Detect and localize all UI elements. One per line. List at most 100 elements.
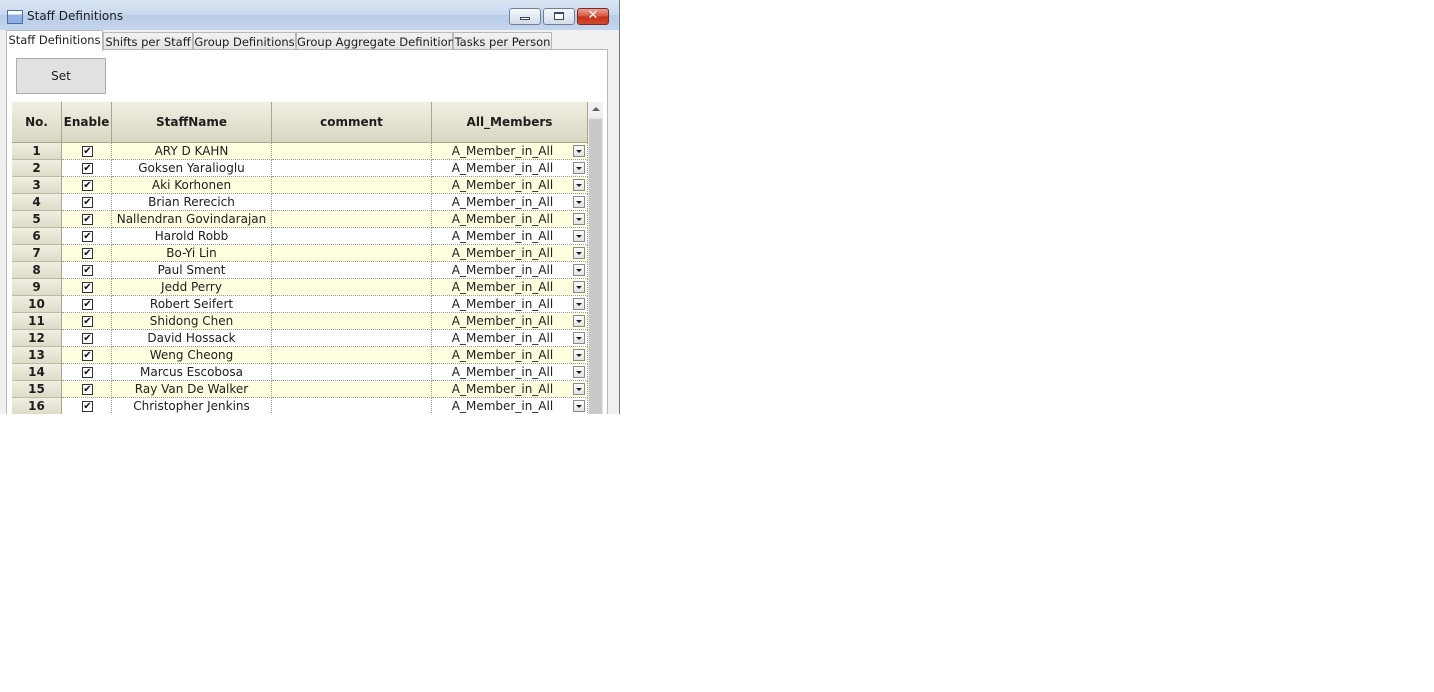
scroll-thumb[interactable]	[589, 119, 602, 414]
enable-checkbox[interactable]: ✔	[82, 231, 93, 242]
comment-cell[interactable]	[272, 313, 432, 330]
staff-name-cell[interactable]: Aki Korhonen	[112, 177, 272, 194]
staff-name-cell[interactable]: Goksen Yaralioglu	[112, 160, 272, 177]
enable-checkbox[interactable]: ✔	[82, 282, 93, 293]
staff-name-cell[interactable]: ARY D KAHN	[112, 143, 272, 160]
table-row[interactable]: 7 ✔ Bo-Yi Lin A_Member_in_All	[12, 245, 588, 262]
comment-cell[interactable]	[272, 245, 432, 262]
comment-cell[interactable]	[272, 262, 432, 279]
column-header-comment[interactable]: comment	[272, 102, 432, 143]
chevron-down-icon[interactable]	[573, 349, 585, 361]
staff-name-cell[interactable]: Robert Seifert	[112, 296, 272, 313]
all-members-cell[interactable]: A_Member_in_All	[432, 364, 588, 381]
enable-checkbox[interactable]: ✔	[82, 299, 93, 310]
tab-group-definitions[interactable]: Group Definitions	[193, 32, 296, 50]
chevron-down-icon[interactable]	[573, 264, 585, 276]
comment-cell[interactable]	[272, 211, 432, 228]
table-row[interactable]: 8 ✔ Paul Sment A_Member_in_All	[12, 262, 588, 279]
chevron-down-icon[interactable]	[573, 162, 585, 174]
all-members-cell[interactable]: A_Member_in_All	[432, 194, 588, 211]
table-row[interactable]: 3 ✔ Aki Korhonen A_Member_in_All	[12, 177, 588, 194]
table-row[interactable]: 5 ✔ Nallendran Govindarajan A_Member_in_All	[12, 211, 588, 228]
comment-cell[interactable]	[272, 381, 432, 398]
all-members-cell[interactable]: A_Member_in_All	[432, 160, 588, 177]
table-row[interactable]: 13 ✔ Weng Cheong A_Member_in_All	[12, 347, 588, 364]
enable-checkbox[interactable]: ✔	[82, 333, 93, 344]
chevron-down-icon[interactable]	[573, 315, 585, 327]
table-row[interactable]: 10 ✔ Robert Seifert A_Member_in_All	[12, 296, 588, 313]
set-button[interactable]: Set	[16, 58, 106, 94]
chevron-down-icon[interactable]	[573, 213, 585, 225]
staff-name-cell[interactable]: Brian Rerecich	[112, 194, 272, 211]
all-members-cell[interactable]: A_Member_in_All	[432, 279, 588, 296]
maximize-button[interactable]	[543, 8, 575, 25]
comment-cell[interactable]	[272, 194, 432, 211]
close-button[interactable]: ✕	[577, 8, 609, 25]
column-header-no[interactable]: No.	[12, 102, 62, 143]
table-row[interactable]: 1 ✔ ARY D KAHN A_Member_in_All	[12, 143, 588, 160]
table-row[interactable]: 16 ✔ Christopher Jenkins A_Member_in_All	[12, 398, 588, 414]
all-members-cell[interactable]: A_Member_in_All	[432, 313, 588, 330]
vertical-scrollbar[interactable]	[588, 102, 603, 414]
chevron-down-icon[interactable]	[573, 298, 585, 310]
staff-name-cell[interactable]: Paul Sment	[112, 262, 272, 279]
enable-checkbox[interactable]: ✔	[82, 214, 93, 225]
chevron-down-icon[interactable]	[573, 247, 585, 259]
tab-shifts-per-staff[interactable]: Shifts per Staff	[103, 32, 193, 50]
table-row[interactable]: 4 ✔ Brian Rerecich A_Member_in_All	[12, 194, 588, 211]
staff-name-cell[interactable]: Marcus Escobosa	[112, 364, 272, 381]
enable-checkbox[interactable]: ✔	[82, 197, 93, 208]
all-members-cell[interactable]: A_Member_in_All	[432, 330, 588, 347]
column-header-enable[interactable]: Enable	[62, 102, 112, 143]
tab-tasks-per-person[interactable]: Tasks per Person	[453, 32, 552, 50]
table-row[interactable]: 11 ✔ Shidong Chen A_Member_in_All	[12, 313, 588, 330]
all-members-cell[interactable]: A_Member_in_All	[432, 245, 588, 262]
staff-name-cell[interactable]: Bo-Yi Lin	[112, 245, 272, 262]
scroll-up-icon[interactable]	[588, 102, 603, 117]
all-members-cell[interactable]: A_Member_in_All	[432, 177, 588, 194]
staff-name-cell[interactable]: Ray Van De Walker	[112, 381, 272, 398]
table-row[interactable]: 14 ✔ Marcus Escobosa A_Member_in_All	[12, 364, 588, 381]
comment-cell[interactable]	[272, 398, 432, 414]
all-members-cell[interactable]: A_Member_in_All	[432, 262, 588, 279]
minimize-button[interactable]	[509, 8, 541, 25]
table-row[interactable]: 15 ✔ Ray Van De Walker A_Member_in_All	[12, 381, 588, 398]
enable-checkbox[interactable]: ✔	[82, 180, 93, 191]
enable-checkbox[interactable]: ✔	[82, 350, 93, 361]
enable-checkbox[interactable]: ✔	[82, 146, 93, 157]
all-members-cell[interactable]: A_Member_in_All	[432, 347, 588, 364]
staff-name-cell[interactable]: Christopher Jenkins	[112, 398, 272, 414]
comment-cell[interactable]	[272, 228, 432, 245]
comment-cell[interactable]	[272, 330, 432, 347]
title-bar[interactable]: Staff Definitions ✕	[0, 0, 619, 30]
table-row[interactable]: 6 ✔ Harold Robb A_Member_in_All	[12, 228, 588, 245]
comment-cell[interactable]	[272, 296, 432, 313]
comment-cell[interactable]	[272, 177, 432, 194]
table-row[interactable]: 9 ✔ Jedd Perry A_Member_in_All	[12, 279, 588, 296]
enable-checkbox[interactable]: ✔	[82, 316, 93, 327]
all-members-cell[interactable]: A_Member_in_All	[432, 296, 588, 313]
staff-name-cell[interactable]: Harold Robb	[112, 228, 272, 245]
tab-group-aggregate-definitions[interactable]: Group Aggregate Definitions	[296, 32, 461, 50]
enable-checkbox[interactable]: ✔	[82, 265, 93, 276]
chevron-down-icon[interactable]	[573, 400, 585, 412]
all-members-cell[interactable]: A_Member_in_All	[432, 228, 588, 245]
chevron-down-icon[interactable]	[573, 230, 585, 242]
table-row[interactable]: 2 ✔ Goksen Yaralioglu A_Member_in_All	[12, 160, 588, 177]
chevron-down-icon[interactable]	[573, 145, 585, 157]
all-members-cell[interactable]: A_Member_in_All	[432, 381, 588, 398]
all-members-cell[interactable]: A_Member_in_All	[432, 211, 588, 228]
enable-checkbox[interactable]: ✔	[82, 163, 93, 174]
comment-cell[interactable]	[272, 279, 432, 296]
column-header-staffname[interactable]: StaffName	[112, 102, 272, 143]
column-header-all-members[interactable]: All_Members	[432, 102, 588, 143]
table-row[interactable]: 12 ✔ David Hossack A_Member_in_All	[12, 330, 588, 347]
enable-checkbox[interactable]: ✔	[82, 367, 93, 378]
comment-cell[interactable]	[272, 143, 432, 160]
comment-cell[interactable]	[272, 160, 432, 177]
chevron-down-icon[interactable]	[573, 383, 585, 395]
chevron-down-icon[interactable]	[573, 196, 585, 208]
chevron-down-icon[interactable]	[573, 332, 585, 344]
staff-name-cell[interactable]: Shidong Chen	[112, 313, 272, 330]
enable-checkbox[interactable]: ✔	[82, 401, 93, 412]
